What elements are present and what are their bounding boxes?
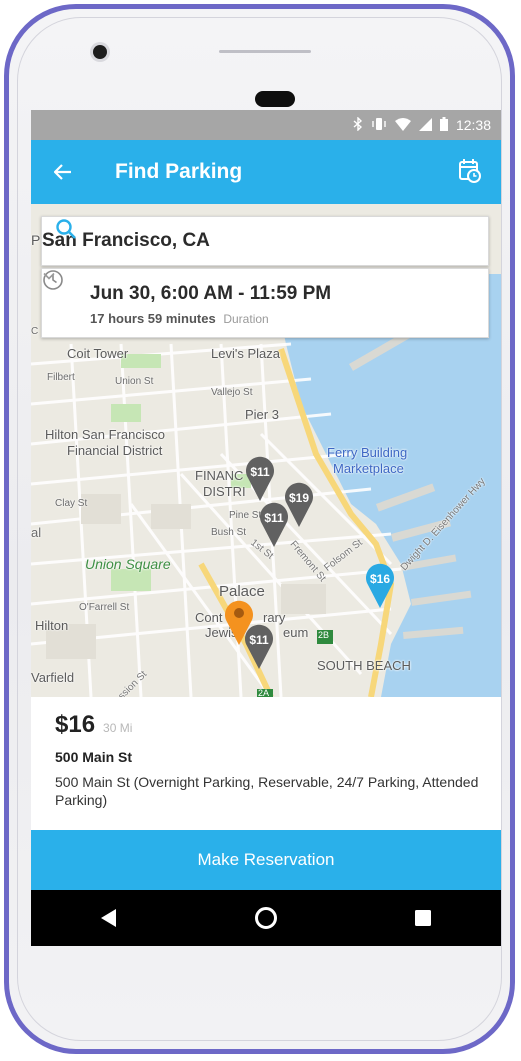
map-label-ofarrell-st: O'Farrell St xyxy=(79,602,130,613)
earpiece xyxy=(255,91,295,107)
map-label-financial-line2: DISTRI xyxy=(203,484,246,499)
price-row: $16 30 Mi xyxy=(55,711,132,739)
map-label-ferry-building-line2: Marketplace xyxy=(333,461,404,476)
search-icon xyxy=(56,219,76,239)
bluetooth-icon xyxy=(353,116,363,133)
map-label-ferry-building-line1: Ferry Building xyxy=(327,445,408,460)
map-label-pine-st: Pine St xyxy=(229,510,262,521)
duration-label: Duration xyxy=(223,312,269,326)
map-label-hilton-fd-line1: Hilton San Francisco xyxy=(45,427,165,442)
map-label-vallejo-st: Vallejo St xyxy=(211,387,253,398)
address-description: 500 Main St (Overnight Parking, Reservab… xyxy=(55,774,479,808)
map-label-south-beach: SOUTH BEACH xyxy=(317,658,411,673)
map-label-financial-line1: FINANC xyxy=(195,468,244,483)
distance: 30 Mi xyxy=(103,721,133,735)
make-reservation-button[interactable]: Make Reservation xyxy=(31,830,501,890)
map-label-edge-al: al xyxy=(31,525,42,540)
nav-recents-icon xyxy=(414,910,431,926)
parking-pin[interactable]: $11 xyxy=(244,622,274,670)
parking-pin-selected[interactable]: $16 xyxy=(365,561,395,609)
speaker-grille xyxy=(219,50,311,53)
parking-pin[interactable]: $11 xyxy=(245,454,275,502)
route-shield-2a: 2A xyxy=(258,688,270,697)
price: $16 xyxy=(55,711,96,738)
map-label-pier-3: Pier 3 xyxy=(245,407,279,422)
back-button[interactable] xyxy=(49,158,77,186)
map-label-filbert: Filbert xyxy=(47,372,75,383)
signal-icon xyxy=(418,117,432,133)
map-label-contemporary-line1: Cont xyxy=(195,610,223,625)
app-bar: Find Parking xyxy=(31,140,501,204)
schedule-button[interactable] xyxy=(455,156,485,186)
page-title: Find Parking xyxy=(115,160,243,183)
duration-row: 17 hours 59 minutes Duration xyxy=(90,311,269,326)
map-label-union-st: Union St xyxy=(115,376,154,387)
vibrate-icon xyxy=(371,117,387,133)
calendar-clock-icon xyxy=(459,159,481,183)
map-label-clay-st: Clay St xyxy=(55,498,88,509)
map-label-edge-p: P xyxy=(31,232,41,248)
nav-home-button[interactable] xyxy=(246,898,286,938)
map-view[interactable]: Coit Tower Levi's Plaza Filbert Union St… xyxy=(31,204,501,697)
battery-icon xyxy=(439,117,448,133)
nav-home-icon xyxy=(254,907,277,929)
map-label-warfield: Varfield xyxy=(31,670,75,685)
map-label-edge-c: C xyxy=(31,326,39,337)
map-label-hilton: Hilton xyxy=(35,618,69,633)
map-label-coit-tower: Coit Tower xyxy=(67,346,129,361)
location-search-field[interactable]: San Francisco, CA xyxy=(41,216,489,266)
system-nav-bar xyxy=(31,890,501,946)
nav-recents-button[interactable] xyxy=(403,898,443,938)
duration-value: 17 hours 59 minutes xyxy=(90,311,216,326)
map-label-union-square: Union Square xyxy=(85,556,171,572)
nav-back-icon xyxy=(101,909,117,927)
map-label-bush-st: Bush St xyxy=(211,527,247,538)
address-title: 500 Main St xyxy=(55,749,133,765)
map-label-levis-plaza: Levi's Plaza xyxy=(211,346,280,361)
phone-screen: 12:38 Find Parking Coit Tower Levi's Pla… xyxy=(31,110,501,946)
map-label-hilton-fd-line2: Financial District xyxy=(67,443,163,458)
front-camera xyxy=(93,45,107,59)
parking-pin[interactable]: $11 xyxy=(259,500,289,548)
time-range-text: Jun 30, 6:00 AM - 11:59 PM xyxy=(90,283,332,304)
status-time: 12:38 xyxy=(455,117,491,133)
route-shield-2b: 2B xyxy=(318,630,330,640)
nav-back-button[interactable] xyxy=(89,898,129,938)
wifi-icon xyxy=(394,117,411,133)
map-label-jewish-line2: eum xyxy=(283,625,309,640)
parking-details-panel[interactable]: $16 30 Mi 500 Main St 500 Main St (Overn… xyxy=(31,697,501,830)
time-range-selector[interactable]: Jun 30, 6:00 AM - 11:59 PM 17 hours 59 m… xyxy=(41,268,489,338)
chevron-down-icon xyxy=(43,272,55,280)
status-bar: 12:38 xyxy=(31,110,501,140)
arrow-left-icon xyxy=(54,164,71,180)
